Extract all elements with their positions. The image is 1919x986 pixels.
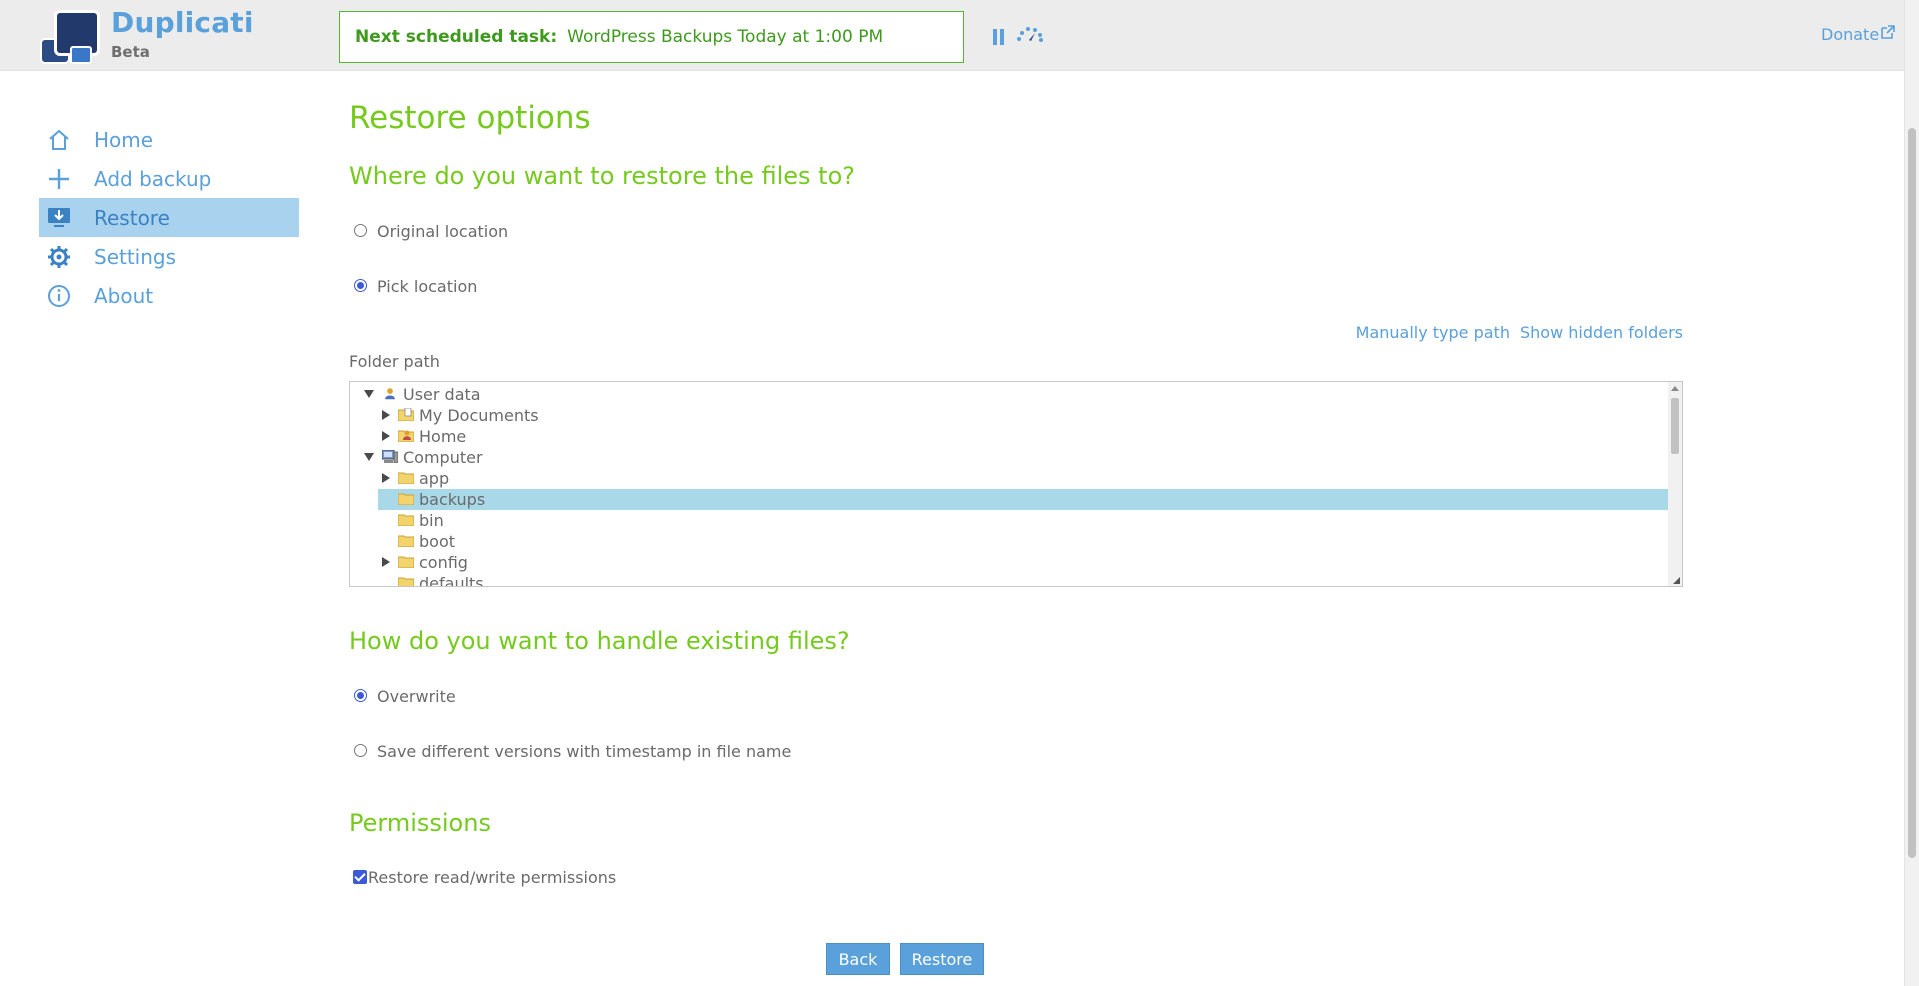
computer-icon — [382, 450, 398, 463]
tree-node-label: Computer — [403, 448, 483, 467]
resize-grip-icon[interactable] — [1673, 577, 1680, 584]
gear-icon — [48, 246, 70, 268]
tree-node-home[interactable]: Home — [350, 426, 1668, 447]
pause-icon[interactable] — [992, 29, 1006, 45]
tree-scrollbar[interactable] — [1668, 382, 1682, 586]
expand-arrow-icon[interactable] — [382, 410, 390, 420]
existing-files-heading: How do you want to handle existing files… — [349, 627, 850, 655]
task-label: Next scheduled task: — [355, 27, 558, 47]
app-name[interactable]: Duplicati — [111, 6, 254, 39]
tree-node-bin[interactable]: bin — [350, 510, 1668, 531]
permissions-heading: Permissions — [349, 809, 491, 837]
sidebar-item-settings[interactable]: Settings — [39, 237, 299, 276]
folder-icon — [398, 493, 414, 505]
radio-overwrite[interactable]: Overwrite — [354, 687, 456, 706]
tree-node-app[interactable]: app — [350, 468, 1668, 489]
top-header: Duplicati Beta Next scheduled task: WordP… — [0, 0, 1904, 71]
home-icon — [49, 129, 69, 150]
sidebar-item-label: Restore — [94, 206, 170, 230]
home-folder-icon — [398, 430, 414, 442]
throttle-speed-icon[interactable] — [1016, 26, 1044, 42]
folder-icon — [398, 535, 414, 547]
checkbox-label: Restore read/write permissions — [368, 868, 617, 887]
sidebar-item-add-backup[interactable]: Add backup — [39, 159, 299, 198]
next-scheduled-task: Next scheduled task: WordPress Backups To… — [339, 11, 964, 63]
radio-label: Original location — [377, 222, 509, 241]
app-edition: Beta — [111, 43, 150, 61]
expand-arrow-icon[interactable] — [382, 473, 390, 483]
tree-node-config[interactable]: config — [350, 552, 1668, 573]
back-button[interactable]: Back — [826, 943, 890, 975]
tree-node-user-data[interactable]: User data — [350, 384, 1668, 405]
sidebar-item-about[interactable]: About — [39, 276, 299, 315]
tree-node-computer[interactable]: Computer — [350, 447, 1668, 468]
sidebar-item-label: About — [94, 284, 154, 308]
tree-node-label: backups — [419, 490, 486, 509]
folder-links: Manually type path Show hidden folders — [1183, 323, 1683, 342]
folder-tree[interactable]: User data My Documents Home Computer app… — [349, 381, 1683, 587]
plus-icon — [49, 169, 69, 189]
documents-folder-icon — [398, 408, 414, 421]
radio-button[interactable] — [354, 279, 367, 292]
expand-arrow-icon[interactable] — [382, 557, 390, 567]
tree-node-label: My Documents — [419, 406, 539, 425]
show-hidden-folders-link[interactable]: Show hidden folders — [1520, 323, 1683, 342]
radio-label: Pick location — [377, 277, 478, 296]
folder-icon — [398, 472, 414, 484]
radio-button[interactable] — [354, 744, 367, 757]
duplicati-logo[interactable] — [40, 10, 100, 64]
tree-node-label: app — [419, 469, 450, 488]
tree-node-boot[interactable]: boot — [350, 531, 1668, 552]
folder-icon — [398, 514, 414, 526]
tree-node-label: Home — [419, 427, 467, 446]
sidebar-item-label: Home — [94, 128, 154, 152]
restore-permissions-checkbox[interactable] — [353, 869, 367, 884]
folder-path-label: Folder path — [349, 352, 440, 371]
sidebar-item-label: Add backup — [94, 167, 212, 191]
sidebar-nav: Home Add backup Restore Settings About — [39, 120, 299, 315]
tree-node-label: defaults — [419, 574, 484, 587]
destination-heading: Where do you want to restore the files t… — [349, 162, 855, 190]
radio-button[interactable] — [354, 224, 367, 237]
radio-button[interactable] — [354, 689, 367, 702]
page-scrollbar[interactable] — [1904, 0, 1919, 986]
tree-node-backups[interactable]: backups — [378, 489, 1668, 510]
tree-node-label: boot — [419, 532, 456, 551]
collapse-arrow-icon[interactable] — [364, 390, 374, 398]
radio-pick-location[interactable]: Pick location — [354, 277, 477, 296]
radio-save-versions[interactable]: Save different versions with timestamp i… — [354, 742, 791, 761]
collapse-arrow-icon[interactable] — [364, 453, 374, 461]
external-link-icon[interactable] — [1880, 24, 1896, 40]
page-title: Restore options — [349, 100, 591, 136]
folder-icon — [398, 577, 414, 586]
donate-link[interactable]: Donate — [1821, 25, 1879, 44]
restore-button[interactable]: Restore — [900, 943, 984, 975]
tree-node-defaults[interactable]: defaults — [350, 573, 1668, 587]
info-icon — [48, 285, 70, 307]
tree-node-label: bin — [419, 511, 444, 530]
radio-original-location[interactable]: Original location — [354, 222, 508, 241]
folder-icon — [398, 556, 414, 568]
expand-arrow-icon[interactable] — [382, 431, 390, 441]
sidebar-item-restore[interactable]: Restore — [39, 198, 299, 237]
sidebar-item-home[interactable]: Home — [39, 120, 299, 159]
tree-node-label: User data — [403, 385, 481, 404]
task-text: WordPress Backups Today at 1:00 PM — [567, 27, 884, 47]
tree-node-my-documents[interactable]: My Documents — [350, 405, 1668, 426]
tree-node-label: config — [419, 553, 468, 572]
user-data-icon — [385, 388, 395, 400]
sidebar-item-label: Settings — [94, 245, 177, 269]
radio-label: Save different versions with timestamp i… — [377, 742, 792, 761]
restore-monitor-icon — [48, 208, 70, 227]
restore-permissions-option[interactable]: Restore read/write permissions — [353, 868, 616, 887]
scroll-up-arrow-icon[interactable] — [1671, 386, 1679, 391]
radio-label: Overwrite — [377, 687, 456, 706]
manually-type-path-link[interactable]: Manually type path — [1356, 323, 1510, 342]
